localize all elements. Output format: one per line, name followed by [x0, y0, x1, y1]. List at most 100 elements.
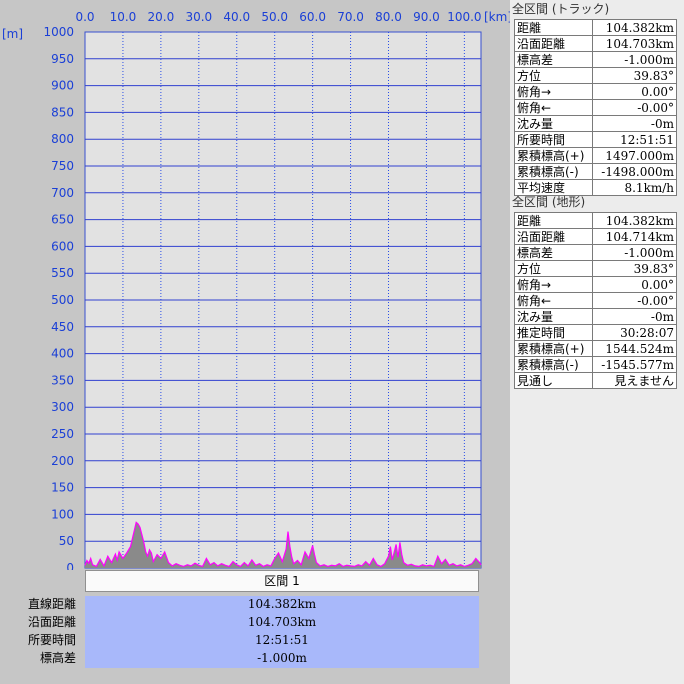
profile-panel: 0.0 10.0 20.0 30.0 40.0 50.0 60.0 70.0 80.0 90.0 1… [0, 0, 510, 684]
track-stat-row: 俯角→ 0.00° [513, 83, 677, 100]
terrain-stat-label: 推定時間 [513, 324, 594, 341]
x-tick-label: 100.0 [447, 10, 481, 24]
terrain-stat-label: 沿面距離 [513, 228, 594, 245]
y-tick-label: 450 [51, 320, 74, 334]
segment-stat-value: 104.382km [85, 596, 479, 614]
y-tick-label: 400 [51, 347, 74, 361]
x-tick-labels: 0.0 10.0 20.0 30.0 40.0 50.0 60.0 70.0 80.0 90.0 1… [75, 10, 481, 24]
segment-stat-label: 標高差 [39, 651, 76, 665]
y-axis-unit: [m] [2, 27, 23, 41]
y-tick-label: 350 [51, 373, 74, 387]
track-stat-value: -0m [592, 115, 677, 132]
y-tick-label: 600 [51, 239, 74, 253]
y-tick-label: 850 [51, 105, 74, 119]
y-tick-label: 250 [51, 427, 74, 441]
terrain-stat-label: 見通し [513, 372, 594, 389]
segment-stat-label: 沿面距離 [27, 615, 76, 629]
terrain-stat-row: 沿面距離 104.714km [513, 228, 677, 245]
terrain-stat-row: 累積標高(-) -1545.577m [513, 356, 677, 373]
y-tick-label: 550 [51, 266, 74, 280]
x-tick-label: 60.0 [299, 10, 326, 24]
terrain-stat-value: -0m [592, 308, 677, 325]
y-tick-label: 500 [51, 293, 74, 307]
terrain-stat-row: 見通し 見えません [513, 372, 677, 389]
track-stat-row: 所要時間 12:51:51 [513, 131, 677, 148]
track-stat-label: 累積標高(+) [513, 147, 594, 164]
track-stat-value: 12:51:51 [592, 131, 677, 148]
y-tick-label: 650 [51, 213, 74, 227]
terrain-stat-value: 30:28:07 [592, 324, 677, 341]
terrain-stat-value: 39.83° [592, 260, 677, 277]
terrain-stat-label: 累積標高(+) [513, 340, 594, 357]
x-tick-label: 0.0 [75, 10, 94, 24]
track-section-title: 全区間 (トラック) [512, 2, 610, 16]
track-stat-row: 距離 104.382km [513, 19, 677, 36]
terrain-stat-label: 方位 [513, 260, 594, 277]
y-tick-label: 300 [51, 400, 74, 414]
segment-stat-value: -1.000m [85, 650, 479, 668]
segment-stat-label: 所要時間 [27, 633, 76, 647]
terrain-stat-label: 標高差 [513, 244, 594, 261]
track-stat-value: 0.00° [592, 83, 677, 100]
x-axis-unit: [km] [484, 10, 510, 24]
track-stat-label: 沿面距離 [513, 35, 594, 52]
track-stat-label: 方位 [513, 67, 594, 84]
terrain-stat-value: -0.00° [592, 292, 677, 309]
track-stat-row: 方位 39.83° [513, 67, 677, 84]
terrain-stat-label: 俯角→ [513, 276, 594, 293]
track-stat-row: 標高差 -1.000m [513, 51, 677, 68]
terrain-section-title: 全区間 (地形) [512, 195, 586, 209]
x-tick-label: 70.0 [337, 10, 364, 24]
x-tick-label: 30.0 [185, 10, 212, 24]
track-stat-row: 沿面距離 104.703km [513, 35, 677, 52]
terrain-stat-value: 1544.524m [592, 340, 677, 357]
x-tick-label: 80.0 [375, 10, 402, 24]
x-tick-label: 10.0 [110, 10, 137, 24]
segment-tab[interactable]: 区間 1 [85, 570, 479, 592]
y-tick-label: 750 [51, 159, 74, 173]
segment-stat-label: 直線距離 [27, 597, 76, 611]
terrain-stat-value: 見えません [592, 372, 677, 389]
terrain-stat-row: 沈み量 -0m [513, 308, 677, 325]
y-tick-label: 200 [51, 454, 74, 468]
track-stat-label: 沈み量 [513, 115, 594, 132]
track-stat-label: 俯角← [513, 99, 594, 116]
terrain-stat-value: 0.00° [592, 276, 677, 293]
terrain-stat-value: -1.000m [592, 244, 677, 261]
track-stat-value: -1.000m [592, 51, 677, 68]
track-stat-value: 1497.000m [592, 147, 677, 164]
track-stat-label: 累積標高(-) [513, 163, 594, 180]
x-tick-label: 50.0 [261, 10, 288, 24]
terrain-stat-label: 距離 [513, 212, 594, 229]
terrain-stat-label: 沈み量 [513, 308, 594, 325]
track-stat-row: 累積標高(-) -1498.000m [513, 163, 677, 180]
y-tick-label: 100 [51, 507, 74, 521]
track-stat-label: 所要時間 [513, 131, 594, 148]
terrain-stat-value: -1545.577m [592, 356, 677, 373]
elevation-chart[interactable]: 0.0 10.0 20.0 30.0 40.0 50.0 60.0 70.0 80.0 90.0 1… [0, 0, 510, 570]
track-stats-table: 距離 104.382km 沿面距離 104.703km 標高差 -1.000m 方位 39.8… [513, 19, 677, 196]
y-tick-label: 150 [51, 481, 74, 495]
track-stat-label: 距離 [513, 19, 594, 36]
track-stat-row: 俯角← -0.00° [513, 99, 677, 116]
terrain-stat-row: 俯角← -0.00° [513, 292, 677, 309]
terrain-stat-label: 俯角← [513, 292, 594, 309]
y-tick-label: 50 [59, 534, 74, 548]
track-stat-row: 累積標高(+) 1497.000m [513, 147, 677, 164]
y-tick-label: 950 [51, 52, 74, 66]
y-tick-labels: 1000950900850800750700650600550500450400… [43, 25, 74, 570]
y-tick-label: 700 [51, 186, 74, 200]
track-stat-value: -0.00° [592, 99, 677, 116]
terrain-stat-row: 累積標高(+) 1544.524m [513, 340, 677, 357]
track-stat-value: 39.83° [592, 67, 677, 84]
x-tick-label: 90.0 [413, 10, 440, 24]
track-stat-label: 標高差 [513, 51, 594, 68]
x-tick-label: 20.0 [148, 10, 175, 24]
terrain-stat-row: 俯角→ 0.00° [513, 276, 677, 293]
y-tick-label: 900 [51, 79, 74, 93]
terrain-stat-row: 距離 104.382km [513, 212, 677, 229]
segment-stat-value: 104.703km [85, 614, 479, 632]
y-tick-label: 1000 [43, 25, 74, 39]
track-stat-value: -1498.000m [592, 163, 677, 180]
terrain-stats-table: 距離 104.382km 沿面距離 104.714km 標高差 -1.000m 方位 39.8… [513, 212, 677, 389]
